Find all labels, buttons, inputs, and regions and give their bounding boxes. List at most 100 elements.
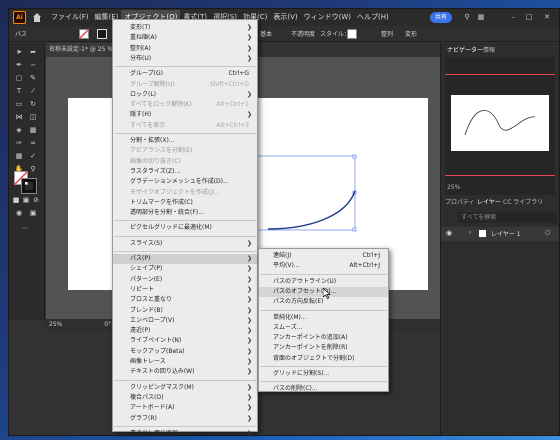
menu-item[interactable]: グラフ(R) ❯: [113, 414, 257, 424]
navigator-zoom[interactable]: 25%: [447, 184, 460, 191]
share-button[interactable]: 共有: [430, 12, 452, 23]
menu-item[interactable]: 遠近(P) ❯: [113, 326, 257, 336]
menu-item[interactable]: スライス(S) ❯: [113, 239, 257, 249]
width-tool-icon[interactable]: ⋈: [14, 112, 24, 122]
menu-item[interactable]: エンベロープ(V) ❯: [113, 316, 257, 326]
rectangle-tool-icon[interactable]: ▢: [14, 73, 24, 83]
menu-item[interactable]: パスの削除(C)...: [259, 384, 388, 394]
menu-item[interactable]: ラスタライズ(Z)...: [113, 167, 257, 177]
menu-item[interactable]: パス(P) ❯: [113, 254, 257, 264]
menu-item[interactable]: リピート ❯: [113, 285, 257, 295]
menu-item[interactable]: スムーズ...: [259, 323, 388, 333]
screen-mode-icon[interactable]: ▣: [28, 208, 38, 218]
minimize-icon[interactable]: –: [507, 11, 519, 23]
navigator-view[interactable]: [445, 57, 555, 195]
transform-label[interactable]: 変形: [405, 29, 417, 38]
expand-icon[interactable]: ›: [469, 229, 471, 236]
menu-item[interactable]: アートボード(A) ❯: [113, 403, 257, 413]
menu-item[interactable]: 平均(V)... Alt+Ctrl+J: [259, 261, 388, 271]
opacity-label[interactable]: 不透明度: [291, 29, 315, 38]
selection-tool-icon[interactable]: ➤: [14, 47, 24, 57]
type-tool-icon[interactable]: T: [14, 86, 24, 96]
menu-item[interactable]: グリッドに分割(S)...: [259, 369, 388, 379]
zoom-level[interactable]: 25%: [49, 321, 62, 328]
menu-item[interactable]: 透明部分を分割・統合(F)...: [113, 208, 257, 218]
menu-item[interactable]: 重ね順(A) ❯: [113, 33, 257, 43]
visibility-icon[interactable]: ◉: [446, 229, 452, 237]
menu-item[interactable]: グループ(G) Ctrl+G: [113, 69, 257, 79]
menu-item[interactable]: アンカーポイントを削除(R): [259, 343, 388, 353]
blend-tool-icon[interactable]: ∞: [28, 138, 38, 148]
menu-item[interactable]: モックアップ(Beta) ❯: [113, 347, 257, 357]
menu-help[interactable]: ヘルプ(H): [354, 10, 392, 25]
search-icon[interactable]: ⚲: [461, 11, 473, 23]
layers-search-input[interactable]: すべてを検索: [457, 212, 557, 223]
free-transform-tool-icon[interactable]: ◫: [28, 112, 38, 122]
menu-item[interactable]: ピクセルグリッドに最適化(M): [113, 223, 257, 233]
menu-item[interactable]: 分布(U) ❯: [113, 54, 257, 64]
artboard-tool-icon[interactable]: ▦: [14, 151, 24, 161]
style-swatch[interactable]: [347, 29, 357, 39]
menu-item[interactable]: 画像トレース ❯: [113, 357, 257, 367]
zoom-tool-icon[interactable]: ⚲: [28, 164, 38, 174]
menu-item[interactable]: 変形(T) ❯: [113, 23, 257, 33]
menu-item[interactable]: 書き出し用に追加 ❯: [113, 429, 257, 439]
menu-view[interactable]: 表示(V): [270, 10, 300, 25]
eraser-tool-icon[interactable]: ▭: [14, 99, 24, 109]
menu-item[interactable]: 分割・拡張(X)...: [113, 136, 257, 146]
none-mode-icon[interactable]: ⊘: [31, 195, 41, 205]
menu-item[interactable]: 隠す(H) ❯: [113, 110, 257, 120]
menu-item[interactable]: 単純化(M)...: [259, 313, 388, 323]
menu-item[interactable]: テキストの回り込み(W) ❯: [113, 367, 257, 377]
eyedropper-tool-icon[interactable]: ✑: [14, 138, 24, 148]
stroke-profile-label[interactable]: 基本: [260, 29, 272, 38]
color-mode-icon[interactable]: ■: [11, 195, 21, 205]
shape-builder-tool-icon[interactable]: ◈: [14, 125, 24, 135]
curvature-tool-icon[interactable]: ∽: [28, 60, 38, 70]
gradient-tool-icon[interactable]: ▩: [28, 125, 38, 135]
menu-item[interactable]: ブロスと重なり ❯: [113, 295, 257, 305]
layer-row[interactable]: ◉ › レイヤー 1 ○: [441, 227, 559, 241]
rotation-level[interactable]: 0°: [104, 321, 111, 328]
menu-item[interactable]: 複合パス(O) ❯: [113, 393, 257, 403]
tab-layers[interactable]: レイヤー: [477, 197, 501, 206]
maximize-icon[interactable]: □: [523, 11, 535, 23]
tab-properties[interactable]: プロパティ: [445, 197, 475, 206]
pencil-tool-icon[interactable]: ✎: [28, 73, 38, 83]
menu-item[interactable]: ロック(L) ❯: [113, 90, 257, 100]
menu-item[interactable]: トリムマークを作成(C): [113, 198, 257, 208]
menu-item[interactable]: アンカーポイントの追加(A): [259, 333, 388, 343]
menu-item[interactable]: クリッピングマスク(M) ❯: [113, 383, 257, 393]
align-label[interactable]: 整列: [381, 29, 393, 38]
tab-info[interactable]: 情報: [483, 45, 495, 54]
document-tab[interactable]: 名称未設定-1* @ 25 % (RGB: [46, 43, 118, 57]
menu-window[interactable]: ウィンドウ(W): [301, 10, 354, 25]
tab-cc-libraries[interactable]: CC ライブラリ: [503, 197, 543, 206]
rotate-tool-icon[interactable]: ↻: [28, 99, 38, 109]
close-icon[interactable]: ✕: [541, 11, 553, 23]
more-tools-icon[interactable]: ⋯: [20, 223, 30, 233]
draw-mode-icon[interactable]: ◉: [14, 208, 24, 218]
layer-name[interactable]: レイヤー 1: [491, 229, 521, 238]
fill-swatch[interactable]: [79, 29, 89, 39]
menu-item[interactable]: 連結(J) Ctrl+J: [259, 251, 388, 261]
gradient-mode-icon[interactable]: ▣: [21, 195, 31, 205]
direct-selection-tool-icon[interactable]: ➦: [28, 47, 38, 57]
menu-file[interactable]: ファイル(F): [48, 10, 92, 25]
line-tool-icon[interactable]: ⁄: [28, 86, 38, 96]
tab-navigator[interactable]: ナビゲーター: [447, 45, 483, 54]
slice-tool-icon[interactable]: ✓: [28, 151, 38, 161]
target-icon[interactable]: ○: [545, 229, 550, 236]
stroke-swatch[interactable]: [97, 29, 107, 39]
menu-item[interactable]: パターン(E) ❯: [113, 275, 257, 285]
menu-item[interactable]: 背面のオブジェクトで分割(D): [259, 354, 388, 364]
stroke-color-box[interactable]: [21, 178, 37, 194]
menu-item[interactable]: グラデーションメッシュを作成(D)...: [113, 177, 257, 187]
home-icon[interactable]: [32, 13, 42, 22]
pen-tool-icon[interactable]: ✒: [14, 60, 24, 70]
menu-item[interactable]: パスのアウトライン(U): [259, 277, 388, 287]
arrange-icon[interactable]: ▦: [475, 11, 487, 23]
menu-item[interactable]: ブレンド(B) ❯: [113, 306, 257, 316]
menu-item[interactable]: シェイプ(P) ❯: [113, 264, 257, 274]
menu-item[interactable]: 整列(A) ❯: [113, 44, 257, 54]
